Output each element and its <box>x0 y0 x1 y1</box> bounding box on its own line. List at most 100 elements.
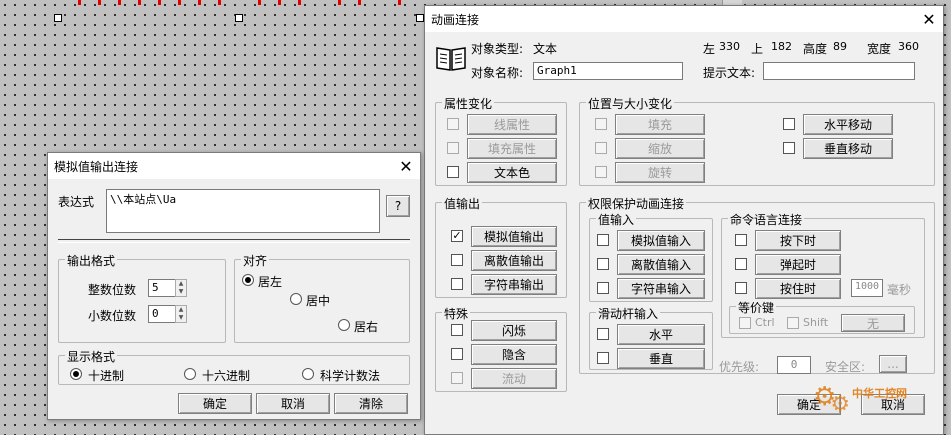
hmove-button[interactable]: 水平移动 <box>803 114 893 135</box>
vertical-checkbox[interactable] <box>597 352 609 364</box>
expression-help-button[interactable]: ? <box>386 195 410 217</box>
hint-text-label: 提示文本: <box>703 66 756 80</box>
scale-checkbox[interactable] <box>595 142 607 154</box>
horizontal-button[interactable]: 水平 <box>617 324 705 345</box>
clear-button[interactable]: 清除 <box>334 393 408 414</box>
decimal-digits-spinner[interactable]: ▲ ▼ <box>175 305 187 323</box>
text-color-button[interactable]: 文本色 <box>467 162 557 183</box>
expression-input[interactable]: \\本站点\Ua <box>106 189 380 233</box>
analog-out-button[interactable]: 模拟值输出 <box>471 226 557 247</box>
rotate-button[interactable]: 旋转 <box>615 162 705 183</box>
ctrl-checkbox[interactable] <box>739 317 751 329</box>
group-label: 显示格式 <box>65 348 118 365</box>
sci-label: 科学计数法 <box>320 369 381 383</box>
hide-checkbox[interactable] <box>451 348 463 360</box>
decimal-label: 十进制 <box>88 369 125 383</box>
blink-button[interactable]: 闪烁 <box>471 320 557 341</box>
left-value: 330 <box>719 40 740 53</box>
width-value: 360 <box>898 40 919 53</box>
hint-text-input[interactable] <box>763 62 915 80</box>
selection-handle[interactable] <box>416 14 424 22</box>
sci-radio[interactable] <box>302 368 314 380</box>
dialog-title: 模拟值输出连接 <box>54 159 139 174</box>
discrete-out-checkbox[interactable] <box>451 254 463 266</box>
decimal-radio[interactable] <box>70 368 82 380</box>
decimal-digits-input[interactable]: 0 <box>148 305 176 323</box>
group-label: 权限保护动画连接 <box>586 195 687 212</box>
none-key-button[interactable]: 无 <box>841 314 905 332</box>
vertical-button[interactable]: 垂直 <box>617 348 705 369</box>
ok-button[interactable]: 确定 <box>178 393 252 414</box>
group-label: 位置与大小变化 <box>586 95 675 112</box>
watermark-logo: ⚙ ⚙ 中华工控网 <box>813 378 907 416</box>
selection-handle[interactable] <box>54 14 62 22</box>
vmove-checkbox[interactable] <box>783 142 795 154</box>
hold-button[interactable]: 按住时 <box>755 278 841 299</box>
title-bar: 模拟值输出连接 ✕ <box>48 153 420 179</box>
vmove-button[interactable]: 垂直移动 <box>803 138 893 159</box>
rotate-checkbox[interactable] <box>595 166 607 178</box>
string-in-button[interactable]: 字符串输入 <box>617 278 705 299</box>
object-type-value: 文本 <box>533 42 558 56</box>
align-left-radio[interactable] <box>242 274 254 286</box>
discrete-in-checkbox[interactable] <box>597 258 609 270</box>
hmove-checkbox[interactable] <box>783 118 795 130</box>
analog-output-dialog: 模拟值输出连接 ✕ 表达式 \\本站点\Ua ? 输出格式 整数位数 5 ▲ ▼ … <box>47 152 421 420</box>
ms-label: 毫秒 <box>887 283 912 297</box>
ctrl-label: Ctrl <box>755 316 775 329</box>
priority-input[interactable]: 0 <box>777 356 811 374</box>
selection-handle[interactable] <box>235 14 243 22</box>
fill-attr-checkbox[interactable] <box>447 142 459 154</box>
fill-attr-button[interactable]: 填充属性 <box>467 138 557 159</box>
align-center-radio[interactable] <box>290 293 302 305</box>
flow-checkbox[interactable] <box>451 372 463 384</box>
align-right-radio[interactable] <box>338 319 350 331</box>
release-checkbox[interactable] <box>735 258 747 270</box>
security-button[interactable]: ... <box>879 355 907 373</box>
hex-radio[interactable] <box>184 368 196 380</box>
string-in-checkbox[interactable] <box>597 282 609 294</box>
gear-icon: ⚙ <box>830 392 851 417</box>
release-button[interactable]: 弹起时 <box>755 254 841 275</box>
book-icon <box>436 47 466 71</box>
press-checkbox[interactable] <box>735 234 747 246</box>
group-label: 属性变化 <box>442 95 495 112</box>
left-label: 左 <box>703 42 716 56</box>
security-label: 安全区: <box>825 360 866 374</box>
group-label: 值输出 <box>442 195 483 212</box>
height-label: 高度 <box>803 42 828 56</box>
discrete-out-button[interactable]: 离散值输出 <box>471 250 557 271</box>
close-icon[interactable]: ✕ <box>392 157 420 176</box>
object-name-input[interactable]: Graph1 <box>533 62 683 80</box>
horizontal-checkbox[interactable] <box>597 328 609 340</box>
string-out-checkbox[interactable] <box>451 278 463 290</box>
separator <box>58 239 410 243</box>
integer-digits-spinner[interactable]: ▲ ▼ <box>175 279 187 297</box>
text-color-checkbox[interactable] <box>447 166 459 178</box>
hide-button[interactable]: 隐含 <box>471 344 557 365</box>
fill-button[interactable]: 填充 <box>615 114 705 135</box>
string-out-button[interactable]: 字符串输出 <box>471 274 557 295</box>
hold-checkbox[interactable] <box>735 282 747 294</box>
group-label: 值输入 <box>596 211 637 228</box>
hold-ms-input[interactable]: 1000 <box>851 279 883 297</box>
fill-checkbox[interactable] <box>595 118 607 130</box>
analog-in-checkbox[interactable] <box>597 234 609 246</box>
discrete-in-button[interactable]: 离散值输入 <box>617 254 705 275</box>
scale-button[interactable]: 缩放 <box>615 138 705 159</box>
close-icon[interactable]: ✕ <box>915 10 943 29</box>
press-button[interactable]: 按下时 <box>755 230 841 251</box>
group-label: 命令语言连接 <box>728 211 805 228</box>
shift-checkbox[interactable] <box>787 317 799 329</box>
integer-digits-label: 整数位数 <box>88 283 137 297</box>
blink-checkbox[interactable] <box>451 324 463 336</box>
analog-out-checkbox[interactable]: ✓ <box>451 230 463 242</box>
flow-button[interactable]: 流动 <box>471 368 557 389</box>
line-attr-checkbox[interactable] <box>447 118 459 130</box>
cancel-button[interactable]: 取消 <box>256 393 330 414</box>
analog-in-button[interactable]: 模拟值输入 <box>617 230 705 251</box>
line-attr-button[interactable]: 线属性 <box>467 114 557 135</box>
integer-digits-input[interactable]: 5 <box>148 279 176 297</box>
align-left-label: 居左 <box>258 275 283 289</box>
priority-label: 优先级: <box>719 360 760 374</box>
